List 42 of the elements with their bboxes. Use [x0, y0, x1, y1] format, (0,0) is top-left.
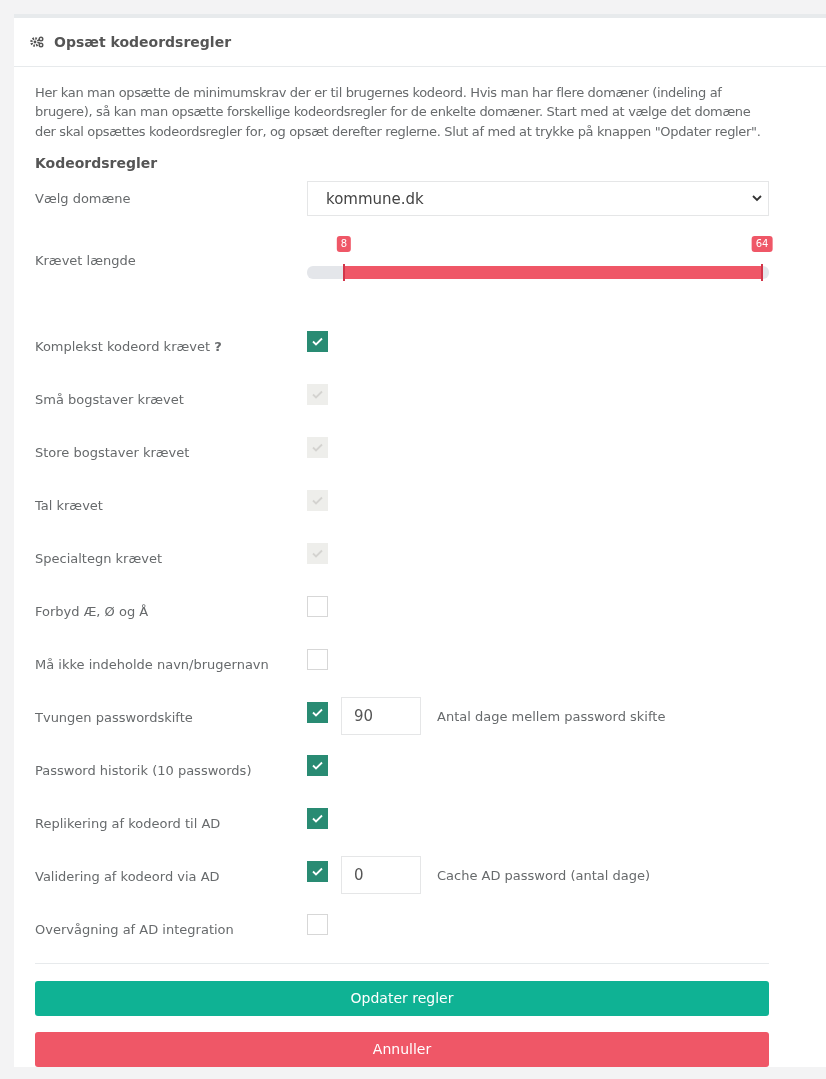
gears-icon: [30, 36, 44, 48]
rule-label: Validering af kodeord via AD: [35, 867, 221, 884]
field-label: Vælg domæne: [35, 191, 132, 207]
check-icon: [312, 707, 323, 717]
intro-text: Her kan man opsætte de minimumskrav der er til brugernes kodeord. Hvis man har flere domæner (indeling af brugere), så kan man opsætte forskellige kodeordsregler for de enkelte domæner. Start med at vælge det domæne der skal opsættes kodeordsregler for, og opsæt derefter reglerne. Slut af med at trykke på knappen "Opdater regler".: [35, 84, 762, 141]
check-icon: [312, 495, 323, 505]
slider-handle[interactable]: [342, 264, 345, 282]
rule-label: Overvågning af AD integration: [35, 920, 235, 937]
rule-label: Store bogstaver krævet: [35, 443, 191, 460]
check-icon: [312, 760, 323, 770]
handle-value-badge: 64: [751, 236, 773, 253]
rule-label: Komplekst kodeord krævet ?: [35, 337, 223, 354]
rule-label: Tal krævet: [35, 496, 104, 513]
number-input[interactable]: 90: [341, 697, 421, 736]
rule-label: Forbyd Æ, Ø og Å: [35, 602, 150, 619]
field-label: Krævet længde: [35, 253, 137, 269]
check-icon: [312, 813, 323, 823]
domain-select[interactable]: kommune.dk: [307, 181, 769, 217]
check-icon: [312, 442, 323, 452]
rule-label: Små bogstaver krævet: [35, 390, 185, 407]
rule-label: Replikering af kodeord til AD: [35, 814, 222, 831]
check-icon: [312, 389, 323, 399]
number-input[interactable]: 0: [341, 856, 421, 895]
input-hint: Antal dage mellem password skifte: [437, 708, 666, 724]
checkbox[interactable]: [307, 330, 328, 352]
input-hint: Cache AD password (antal dage): [437, 867, 651, 883]
handle-value-badge: 8: [336, 236, 352, 253]
rule-label: Password historik (10 passwords): [35, 761, 253, 778]
checkbox[interactable]: [307, 701, 328, 723]
rule-label: Specialtegn krævet: [35, 549, 163, 566]
check-icon: [312, 336, 323, 346]
check-icon: [312, 866, 323, 876]
slider-handle[interactable]: [761, 264, 764, 282]
checkbox[interactable]: [307, 807, 328, 829]
check-icon: [312, 548, 323, 558]
rule-label: Tvungen passwordskifte: [35, 708, 194, 725]
checkbox[interactable]: [307, 754, 328, 776]
panel-title: Opsæt kodeordsregler: [54, 34, 232, 50]
rule-label: Må ikke indeholde navn/brugernavn: [35, 655, 270, 672]
checkbox[interactable]: [307, 860, 328, 882]
section-heading: Kodeordsregler: [35, 154, 159, 171]
chevron-down-icon: [752, 195, 762, 203]
